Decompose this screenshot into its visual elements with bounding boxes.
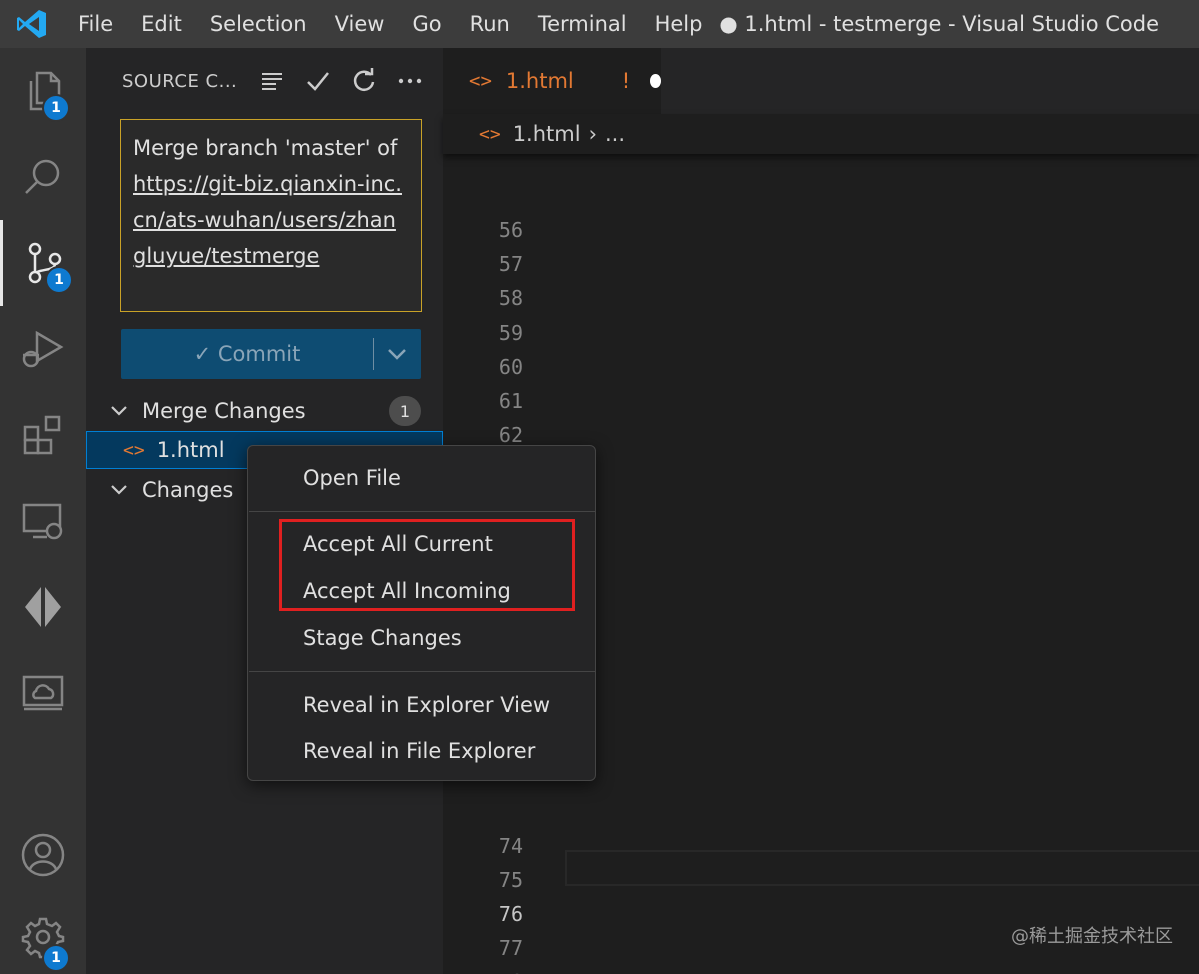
search-icon bbox=[25, 159, 60, 194]
settings-badge: 1 bbox=[42, 944, 70, 972]
menu-reveal-file-explorer[interactable]: Reveal in File Explorer bbox=[248, 729, 595, 773]
ellipsis-icon bbox=[398, 78, 422, 84]
commit-message-text: Merge branch 'master' of bbox=[133, 136, 398, 160]
line-number: 75 bbox=[498, 868, 523, 892]
source-control-badge: 1 bbox=[45, 266, 73, 294]
chevron-down-icon bbox=[111, 406, 127, 416]
current-line-highlight bbox=[565, 850, 1199, 886]
merge-changes-group[interactable]: Merge Changes 1 bbox=[86, 392, 443, 430]
activity-bar: 1 1 1 bbox=[0, 48, 86, 974]
menu-terminal[interactable]: Terminal bbox=[524, 0, 641, 48]
menu-open-file[interactable]: Open File bbox=[248, 456, 595, 500]
menu-go[interactable]: Go bbox=[398, 0, 455, 48]
diamond-icon bbox=[25, 587, 61, 627]
activity-search[interactable] bbox=[0, 134, 86, 220]
changes-label: Changes bbox=[142, 478, 234, 502]
tab-label: 1.html bbox=[505, 69, 574, 93]
merge-changes-label: Merge Changes bbox=[142, 399, 306, 423]
tab-1-html[interactable]: <> 1.html ! bbox=[443, 48, 661, 114]
remote-explorer-icon bbox=[22, 503, 63, 540]
line-number: 57 bbox=[498, 252, 523, 276]
explorer-badge: 1 bbox=[42, 94, 70, 122]
context-menu: Open File Accept All Current Accept All … bbox=[247, 445, 596, 781]
menu-separator bbox=[249, 671, 595, 672]
line-number: 78 bbox=[443, 970, 523, 974]
breadcrumb-file[interactable]: 1.html bbox=[513, 122, 581, 146]
check-icon bbox=[307, 72, 329, 91]
menu-file[interactable]: File bbox=[64, 0, 127, 48]
breadcrumb-symbol[interactable]: ... bbox=[605, 122, 625, 146]
menu-view[interactable]: View bbox=[321, 0, 399, 48]
activity-diamond[interactable] bbox=[0, 564, 86, 650]
watermark-credit: @稀土掘金技术社区 bbox=[1011, 926, 1173, 947]
vscode-logo-icon bbox=[0, 0, 64, 48]
title-bar: File Edit Selection View Go Run Terminal… bbox=[0, 0, 1199, 48]
commit-dropdown-button[interactable] bbox=[374, 329, 420, 379]
activity-run-debug[interactable] bbox=[0, 306, 86, 392]
view-as-tree-button[interactable] bbox=[249, 61, 295, 101]
commit-button[interactable]: ✓ Commit bbox=[121, 329, 373, 379]
activity-remote-explorer[interactable] bbox=[0, 478, 86, 564]
commit-message-input[interactable]: Merge branch 'master' of https://git-biz… bbox=[120, 119, 422, 312]
commit-check-button[interactable] bbox=[295, 61, 341, 101]
commit-button-group: ✓ Commit bbox=[121, 329, 421, 379]
extensions-icon bbox=[23, 415, 61, 455]
menu-reveal-explorer-view[interactable]: Reveal in Explorer View bbox=[248, 683, 595, 727]
activity-accounts[interactable] bbox=[0, 812, 86, 898]
sidebar-title: SOURCE C... bbox=[122, 70, 237, 92]
annotation-highlight-box bbox=[279, 519, 575, 611]
activity-source-control[interactable]: 1 bbox=[0, 220, 86, 306]
line-number: 58 bbox=[498, 286, 523, 310]
breadcrumb: <> 1.html › ... bbox=[443, 114, 1199, 154]
list-icon bbox=[262, 73, 282, 90]
more-actions-button[interactable] bbox=[387, 61, 433, 101]
line-number: 74 bbox=[498, 834, 523, 858]
line-number: 56 bbox=[498, 218, 523, 242]
chevron-down-icon bbox=[111, 485, 127, 495]
breadcrumb-separator: › bbox=[588, 122, 597, 146]
html-file-icon: <> bbox=[123, 439, 145, 461]
line-number: 77 bbox=[498, 936, 523, 960]
menu-stage-changes[interactable]: Stage Changes bbox=[248, 616, 595, 660]
unsaved-dot-icon[interactable] bbox=[650, 74, 661, 88]
commit-message-link[interactable]: https://git-biz.qianxin-inc.cn/ats-wuhan… bbox=[133, 172, 402, 268]
menu-selection[interactable]: Selection bbox=[196, 0, 321, 48]
chevron-down-icon bbox=[388, 349, 406, 360]
html-file-icon: <> bbox=[469, 70, 492, 92]
conflict-status: ! bbox=[621, 69, 631, 93]
run-debug-icon bbox=[22, 330, 64, 368]
merge-changes-count: 1 bbox=[389, 396, 421, 426]
line-number: 76 bbox=[498, 902, 523, 926]
menu-separator bbox=[249, 511, 595, 512]
tab-bar: <> 1.html ! bbox=[443, 48, 1199, 114]
activity-settings[interactable]: 1 bbox=[0, 894, 86, 974]
activity-extensions[interactable] bbox=[0, 392, 86, 478]
activity-cloud[interactable] bbox=[0, 650, 86, 736]
account-icon bbox=[21, 833, 65, 877]
cloud-icon bbox=[22, 675, 64, 711]
menu-help[interactable]: Help bbox=[641, 0, 717, 48]
html-file-icon: <> bbox=[479, 123, 501, 145]
refresh-icon bbox=[353, 68, 375, 91]
refresh-button[interactable] bbox=[341, 61, 387, 101]
window-title: ● 1.html - testmerge - Visual Studio Cod… bbox=[719, 12, 1159, 36]
line-number: 62 bbox=[498, 423, 523, 447]
line-number: 60 bbox=[498, 355, 523, 379]
sidebar-header: SOURCE C... bbox=[86, 48, 443, 114]
line-number: 59 bbox=[498, 321, 523, 345]
file-name: 1.html bbox=[156, 438, 225, 462]
menu-edit[interactable]: Edit bbox=[127, 0, 196, 48]
menu-bar: File Edit Selection View Go Run Terminal… bbox=[64, 0, 716, 48]
activity-explorer[interactable]: 1 bbox=[0, 48, 86, 134]
line-number: 61 bbox=[498, 389, 523, 413]
menu-run[interactable]: Run bbox=[456, 0, 524, 48]
